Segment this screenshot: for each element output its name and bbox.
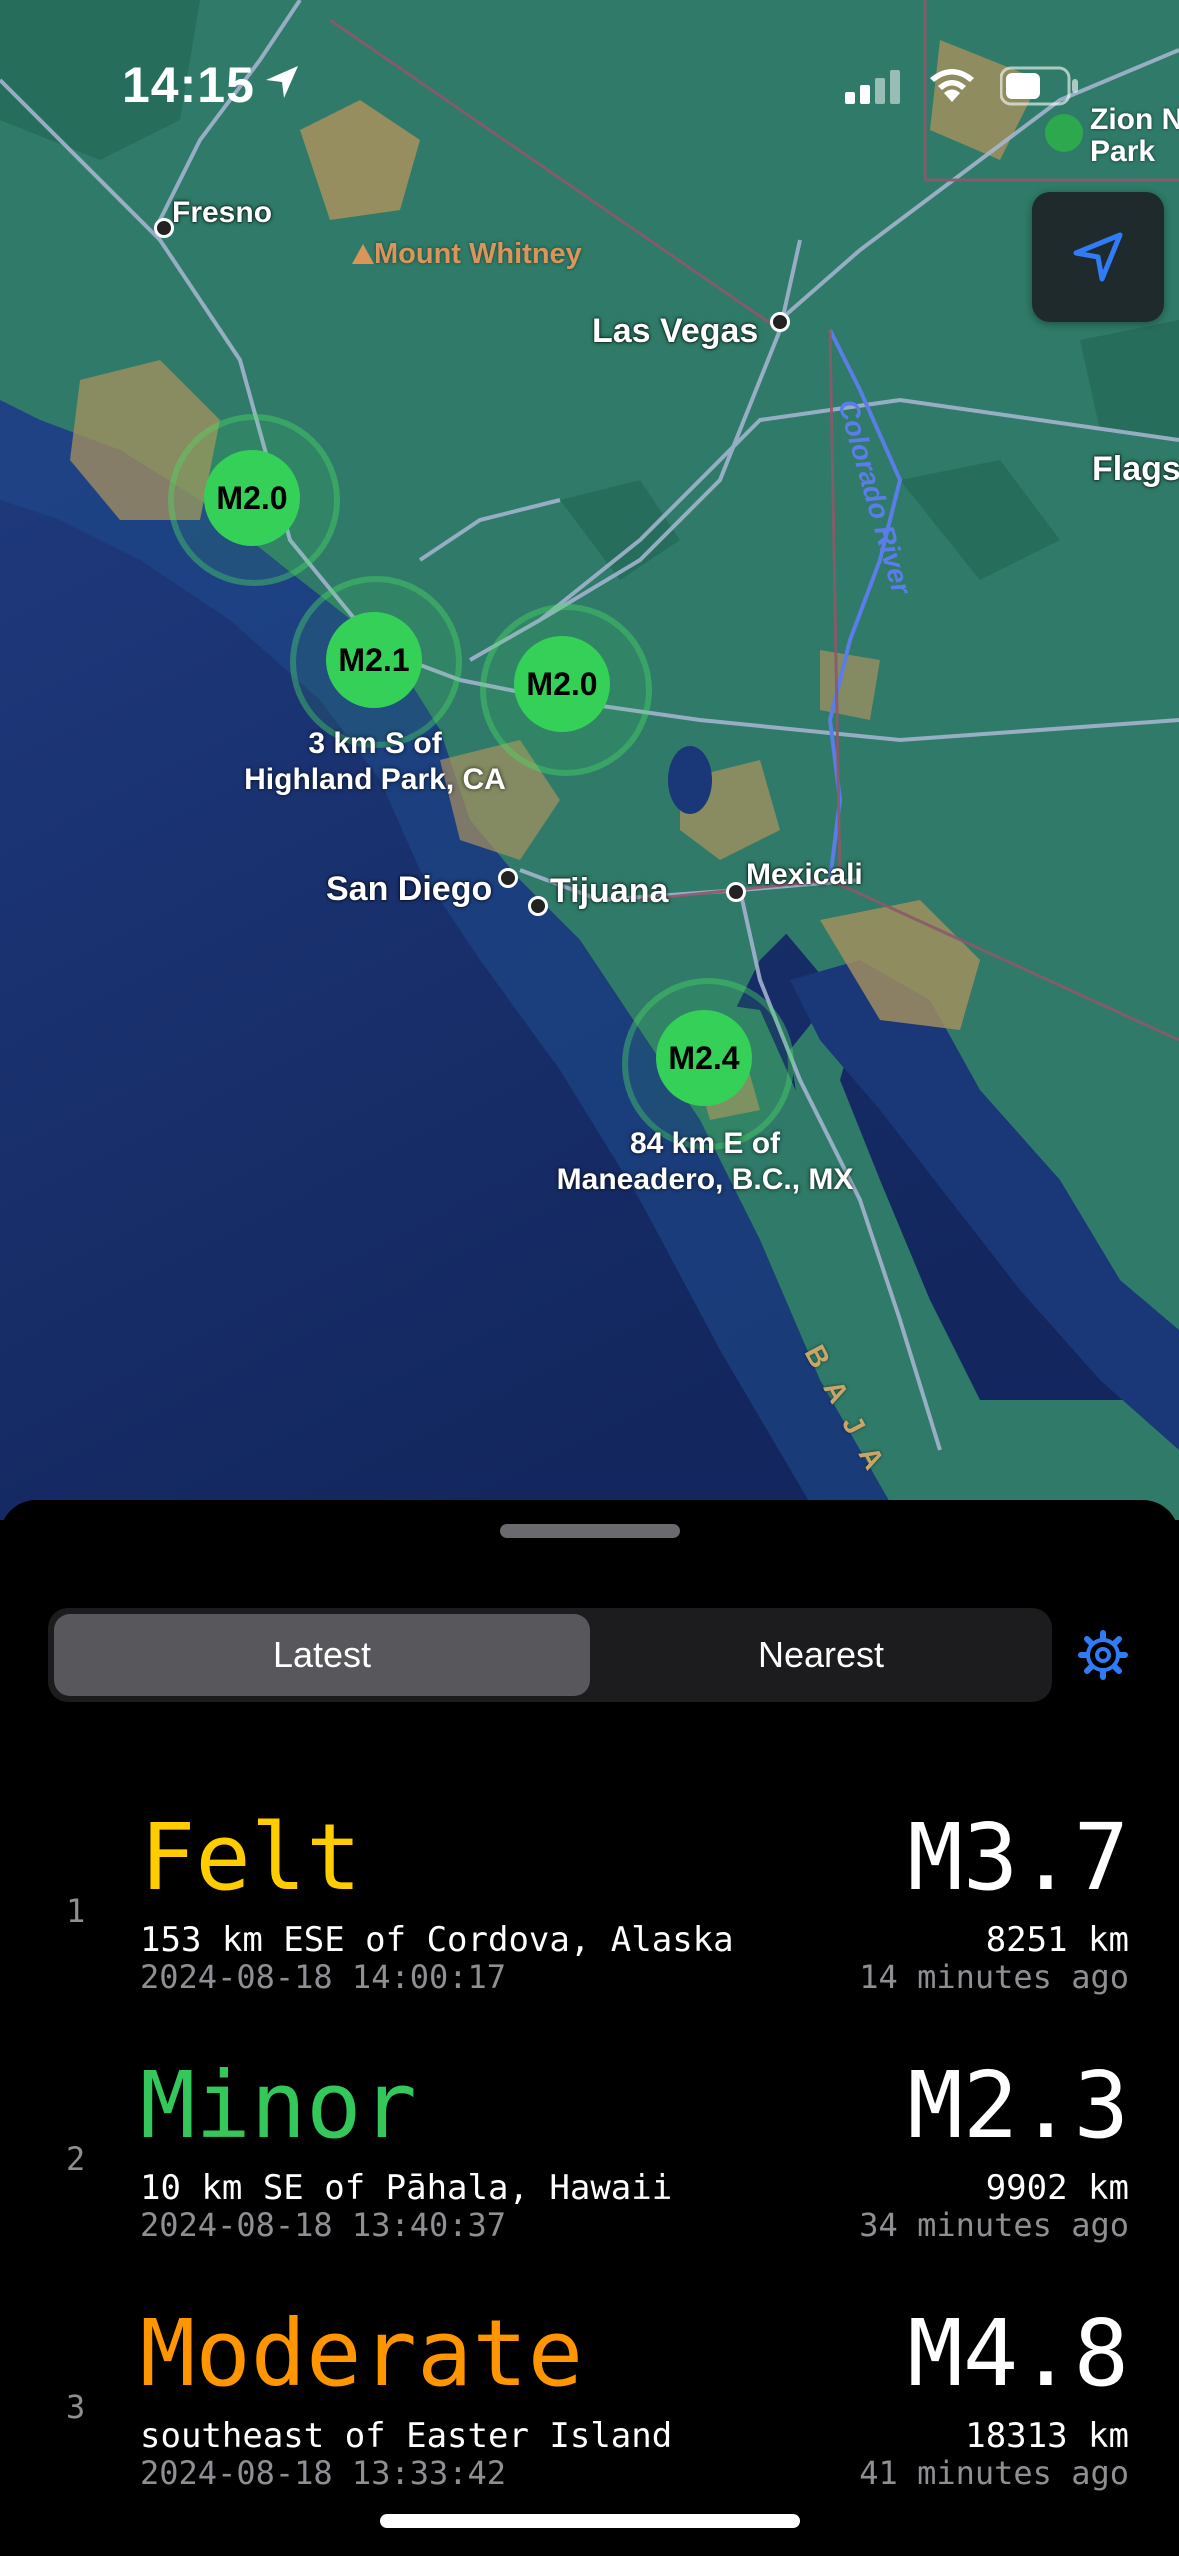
- map-label-mexicali: Mexicali: [746, 858, 863, 891]
- quake-magnitude: M2.4: [656, 1010, 752, 1106]
- quake-marker[interactable]: M2.4: [622, 978, 794, 1150]
- map-label-san-diego: San Diego: [326, 870, 493, 908]
- map-label-tijuana: Tijuana: [550, 872, 669, 910]
- quake-marker[interactable]: M2.1: [290, 576, 462, 748]
- map-label-zion-park: Zion N Park: [1090, 103, 1179, 168]
- quake-magnitude: M4.8: [907, 2300, 1129, 2407]
- row-index: 3: [66, 2388, 86, 2426]
- quake-distance: 8251 km: [985, 1920, 1129, 1960]
- location-services-icon: [266, 66, 298, 98]
- quake-time: 2024-08-18 13:33:42: [140, 2454, 507, 2492]
- mountain-peak-icon: [352, 244, 374, 264]
- quake-relative-time: 14 minutes ago: [859, 1958, 1129, 1996]
- list-item[interactable]: 1 Felt 153 km ESE of Cordova, Alaska 202…: [0, 1808, 1179, 2056]
- quake-place: southeast of Easter Island: [140, 2416, 673, 2456]
- settings-gear-icon[interactable]: [1078, 1630, 1128, 1680]
- quake-magnitude: M2.3: [907, 2052, 1129, 2159]
- row-index: 1: [66, 1892, 86, 1930]
- quake-caption: 84 km E of Maneadero, B.C., MX: [556, 1127, 854, 1196]
- quake-marker[interactable]: M2.0: [168, 414, 340, 586]
- home-indicator: [380, 2514, 800, 2528]
- quake-time: 2024-08-18 13:40:37: [140, 2206, 507, 2244]
- sort-segmented-control[interactable]: Latest Nearest: [48, 1608, 1052, 1702]
- map-label-las-vegas: Las Vegas: [592, 312, 759, 350]
- quake-category: Moderate: [140, 2300, 584, 2407]
- quake-category: Felt: [140, 1804, 362, 1911]
- location-arrow-icon: [1073, 232, 1123, 282]
- list-item[interactable]: 2 Minor 10 km SE of Pāhala, Hawaii 2024-…: [0, 2056, 1179, 2304]
- city-marker-las-vegas: [770, 312, 790, 332]
- quake-magnitude: M2.0: [514, 636, 610, 732]
- status-time: 14:15: [122, 57, 255, 113]
- quake-relative-time: 34 minutes ago: [859, 2206, 1129, 2244]
- cellular-signal-icon: [845, 70, 900, 104]
- park-tree-icon: [1045, 114, 1083, 152]
- bottom-sheet[interactable]: Latest Nearest 1 Felt 153 km ESE of Cord…: [0, 1500, 1179, 2556]
- quake-place: 153 km ESE of Cordova, Alaska: [140, 1920, 734, 1960]
- battery-icon: [1000, 66, 1078, 106]
- city-marker-san-diego: [498, 868, 518, 888]
- tab-latest[interactable]: Latest: [54, 1614, 590, 1696]
- map-label-mount-whitney: Mount Whitney: [374, 238, 582, 270]
- quake-category: Minor: [140, 2052, 417, 2159]
- tab-nearest[interactable]: Nearest: [596, 1614, 1046, 1696]
- quake-place: 10 km SE of Pāhala, Hawaii: [140, 2168, 673, 2208]
- quake-distance: 18313 km: [965, 2416, 1129, 2456]
- city-marker-fresno: [154, 218, 174, 238]
- city-marker-mexicali: [726, 882, 746, 902]
- quake-relative-time: 41 minutes ago: [859, 2454, 1129, 2492]
- status-bar: 14:15: [0, 0, 1179, 140]
- quake-distance: 9902 km: [985, 2168, 1129, 2208]
- quake-magnitude: M2.1: [326, 612, 422, 708]
- map-view[interactable]: 14:15 Fresno Mount Whitney Las Vegas Zio…: [0, 0, 1179, 1520]
- quake-time: 2024-08-18 14:00:17: [140, 1958, 507, 1996]
- quake-marker[interactable]: M2.0: [480, 604, 652, 776]
- wifi-icon: [930, 69, 974, 102]
- quake-magnitude: M3.7: [907, 1804, 1129, 1911]
- map-label-flagstaff: Flags: [1092, 450, 1179, 488]
- sheet-grabber[interactable]: [500, 1524, 680, 1538]
- row-index: 2: [66, 2140, 86, 2178]
- map-label-fresno: Fresno: [172, 196, 273, 229]
- quake-magnitude: M2.0: [204, 450, 300, 546]
- city-marker-tijuana: [528, 896, 548, 916]
- locate-me-button[interactable]: [1032, 192, 1164, 322]
